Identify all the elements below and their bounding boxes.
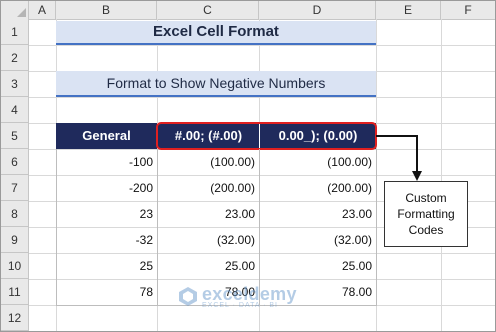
table-cell[interactable]: (32.00) [157, 228, 259, 252]
row-header-8[interactable]: 8 [1, 201, 29, 227]
column-header-d[interactable]: D [259, 1, 376, 19]
table-cell[interactable]: 23.00 [157, 202, 259, 226]
watermark-text: exceldemy EXCEL · DATA · BI [202, 284, 297, 309]
table-cell[interactable]: -32 [56, 228, 157, 252]
sheet-title[interactable]: Excel Cell Format [56, 21, 376, 45]
highlight-box [156, 122, 377, 150]
table-cell[interactable]: 23 [56, 202, 157, 226]
table-cell[interactable]: 23.00 [259, 202, 376, 226]
header-general[interactable]: General [56, 123, 157, 149]
grid-line [29, 97, 495, 98]
table-cell[interactable]: 25.00 [259, 254, 376, 278]
select-all-corner[interactable] [1, 1, 29, 19]
table-border [56, 149, 57, 305]
table-cell[interactable]: 25 [56, 254, 157, 278]
column-header-bar: A B C D E F [1, 1, 495, 20]
column-header-e[interactable]: E [376, 1, 441, 19]
callout-note: Custom Formatting Codes [384, 181, 468, 247]
row-header-1[interactable]: 1 [1, 19, 29, 45]
row-header-12[interactable]: 12 [1, 305, 29, 331]
row-header-7[interactable]: 7 [1, 175, 29, 201]
row-header-6[interactable]: 6 [1, 149, 29, 175]
sheet-subtitle[interactable]: Format to Show Negative Numbers [56, 71, 376, 97]
column-header-a[interactable]: A [29, 1, 56, 19]
table-border [157, 149, 158, 305]
row-header-2[interactable]: 2 [1, 45, 29, 71]
column-header-c[interactable]: C [157, 1, 259, 19]
table-cell[interactable]: (100.00) [259, 150, 376, 174]
row-header-10[interactable]: 10 [1, 253, 29, 279]
table-cell[interactable]: (200.00) [157, 176, 259, 200]
arrow-connector-icon [376, 135, 422, 181]
table-cell[interactable]: 25.00 [157, 254, 259, 278]
row-header-4[interactable]: 4 [1, 97, 29, 123]
table-cell[interactable]: (32.00) [259, 228, 376, 252]
watermark: exceldemy EXCEL · DATA · BI [177, 282, 297, 310]
column-header-f[interactable]: F [441, 1, 495, 19]
grid-line [29, 45, 495, 46]
table-cell[interactable]: (200.00) [259, 176, 376, 200]
table-cell[interactable]: (100.00) [157, 150, 259, 174]
table-cell[interactable]: 78 [56, 280, 157, 304]
exceldemy-logo-icon [179, 287, 197, 306]
table-cell[interactable]: -100 [56, 150, 157, 174]
row-header-11[interactable]: 11 [1, 279, 29, 305]
select-all-icon [17, 8, 26, 17]
row-header-3[interactable]: 3 [1, 71, 29, 97]
table-cell[interactable]: -200 [56, 176, 157, 200]
column-header-b[interactable]: B [56, 1, 157, 19]
row-header-9[interactable]: 9 [1, 227, 29, 253]
row-header-5[interactable]: 5 [1, 123, 29, 149]
spreadsheet-window: A B C D E F 1 2 3 4 5 6 7 8 9 10 11 12 E… [0, 0, 496, 332]
